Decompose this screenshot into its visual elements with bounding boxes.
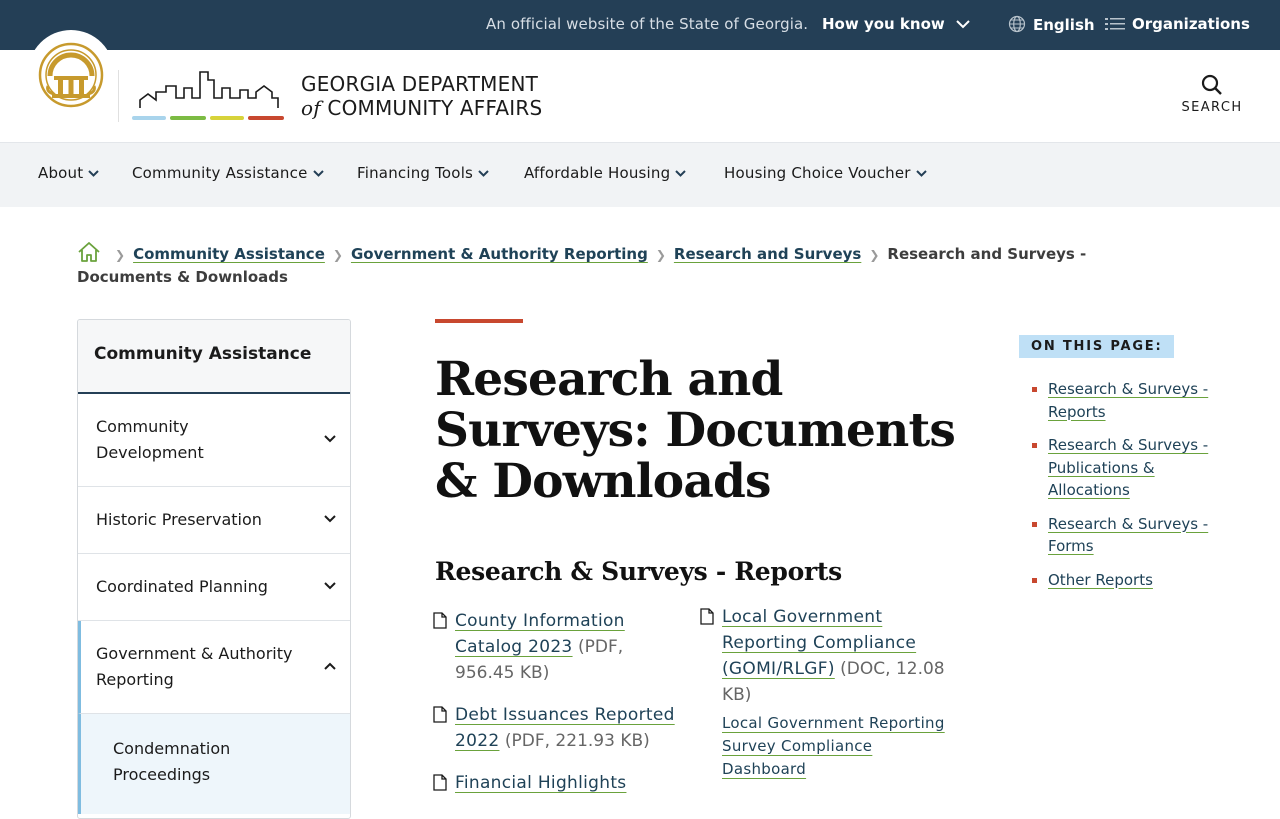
file-icon — [700, 608, 714, 625]
nav-item-community-assistance[interactable]: Community Assistance — [132, 164, 324, 182]
chevron-right-icon: ❯ — [869, 248, 880, 262]
document-item: Financial Highlights — [433, 770, 685, 796]
how-you-know-label: How you know — [822, 15, 945, 33]
chevron-down-icon — [324, 582, 336, 590]
breadcrumb-link-community-assistance[interactable]: Community Assistance — [133, 245, 325, 263]
list-icon — [1105, 18, 1125, 30]
chevron-down-icon — [915, 170, 927, 177]
file-icon — [433, 612, 447, 629]
organizations-menu[interactable]: Organizations — [1105, 15, 1250, 33]
document-link[interactable]: Financial Highlights — [455, 773, 626, 793]
chevron-down-icon — [675, 170, 687, 177]
header-divider — [118, 70, 119, 122]
on-this-page-label: ON THIS PAGE: — [1019, 335, 1175, 358]
on-this-page-list: Research & Surveys - Reports Research & … — [1030, 378, 1230, 602]
on-this-page-link[interactable]: Research & Surveys - Publications & Allo… — [1048, 436, 1208, 499]
nav-item-label: Affordable Housing — [524, 164, 671, 182]
breadcrumb-link-government-authority-reporting[interactable]: Government & Authority Reporting — [351, 245, 648, 263]
title-accent-bar — [435, 319, 523, 323]
chevron-down-icon — [478, 170, 489, 177]
department-name-line1: GEORGIA DEPARTMENT — [301, 72, 539, 96]
sidebar-subitem-label: Condemnation Proceedings — [113, 739, 231, 784]
list-item: Research & Surveys - Forms — [1030, 513, 1230, 558]
nav-item-financing-tools[interactable]: Financing Tools — [357, 164, 489, 182]
list-item: Research & Surveys - Reports — [1030, 378, 1230, 423]
main-navigation: About Community Assistance Financing Too… — [0, 143, 1280, 207]
sidebar-nav: Community Assistance Community Developme… — [77, 319, 351, 819]
document-item: Local Government Reporting Compliance (G… — [700, 604, 957, 781]
file-icon — [433, 774, 447, 791]
site-header: GEORGIA DEPARTMENT of COMMUNITY AFFAIRS … — [0, 30, 1280, 143]
on-this-page-link[interactable]: Research & Surveys - Reports — [1048, 380, 1208, 421]
how-you-know-toggle[interactable]: How you know — [822, 15, 970, 33]
sidebar-item-label: Coordinated Planning — [96, 577, 268, 596]
sidebar-item-label: Government & Authority Reporting — [96, 644, 293, 689]
nav-item-label: Housing Choice Voucher — [724, 164, 911, 182]
chevron-down-icon — [324, 515, 336, 523]
nav-item-label: Financing Tools — [357, 164, 474, 182]
search-label: SEARCH — [1181, 100, 1243, 115]
chevron-down-icon — [324, 435, 336, 443]
chevron-down-icon — [312, 170, 324, 177]
on-this-page-link[interactable]: Other Reports — [1048, 571, 1153, 589]
sidebar-item-label: Community Development — [96, 417, 204, 462]
chevron-up-icon — [324, 662, 336, 670]
page-title: Research and Surveys: Documents & Downlo… — [435, 352, 956, 509]
nav-item-housing-choice-voucher[interactable]: Housing Choice Voucher — [724, 164, 927, 182]
document-meta: (PDF, 221.93 KB) — [504, 731, 650, 751]
search-icon — [1201, 74, 1222, 95]
language-label: English — [1033, 16, 1095, 34]
official-website-text: An official website of the State of Geor… — [486, 15, 809, 33]
sidebar-subitem-condemnation-proceedings[interactable]: Condemnation Proceedings — [78, 714, 350, 814]
search-button[interactable]: SEARCH — [1180, 74, 1244, 115]
official-banner: An official website of the State of Geor… — [0, 0, 1280, 50]
sidebar-item-label: Historic Preservation — [96, 510, 262, 529]
nav-item-label: About — [38, 164, 84, 182]
georgia-seal-logo[interactable] — [38, 42, 104, 108]
sidebar-item-historic-preservation[interactable]: Historic Preservation — [78, 487, 350, 554]
nav-item-label: Community Assistance — [132, 164, 308, 182]
sidebar-title[interactable]: Community Assistance — [78, 320, 350, 394]
breadcrumb: ❯ Community Assistance ❯ Government & Autho… — [77, 241, 1157, 288]
language-selector[interactable]: English — [1008, 15, 1095, 34]
department-name-line2: COMMUNITY AFFAIRS — [327, 96, 543, 120]
sidebar-item-community-development[interactable]: Community Development — [78, 394, 350, 487]
nav-item-about[interactable]: About — [38, 164, 100, 182]
breadcrumb-link-research-and-surveys[interactable]: Research and Surveys — [674, 245, 861, 263]
section-title-reports: Research & Surveys - Reports — [435, 557, 842, 586]
list-item: Research & Surveys - Publications & Allo… — [1030, 434, 1230, 502]
list-item: Other Reports — [1030, 569, 1230, 592]
nav-item-affordable-housing[interactable]: Affordable Housing — [524, 164, 687, 182]
department-name[interactable]: GEORGIA DEPARTMENT of COMMUNITY AFFAIRS — [301, 72, 542, 120]
dashboard-link[interactable]: Local Government Reporting Survey Compli… — [722, 712, 957, 781]
organizations-label: Organizations — [1132, 15, 1250, 33]
home-icon[interactable] — [77, 241, 101, 263]
on-this-page-link[interactable]: Research & Surveys - Forms — [1048, 515, 1208, 556]
dca-skyline-logo[interactable] — [130, 68, 286, 124]
chevron-down-icon — [88, 170, 100, 177]
chevron-down-icon — [956, 20, 970, 29]
sidebar-item-coordinated-planning[interactable]: Coordinated Planning — [78, 554, 350, 621]
sidebar-item-government-authority-reporting[interactable]: Government & Authority Reporting — [78, 621, 350, 714]
document-item: Debt Issuances Reported 2022 (PDF, 221.9… — [433, 702, 685, 754]
document-item: County Information Catalog 2023 (PDF, 95… — [433, 608, 685, 686]
chevron-right-icon: ❯ — [332, 248, 343, 262]
globe-icon — [1008, 15, 1026, 33]
department-name-of: of — [301, 96, 321, 120]
chevron-right-icon: ❯ — [655, 248, 666, 262]
file-icon — [433, 706, 447, 723]
chevron-right-icon: ❯ — [115, 248, 126, 262]
